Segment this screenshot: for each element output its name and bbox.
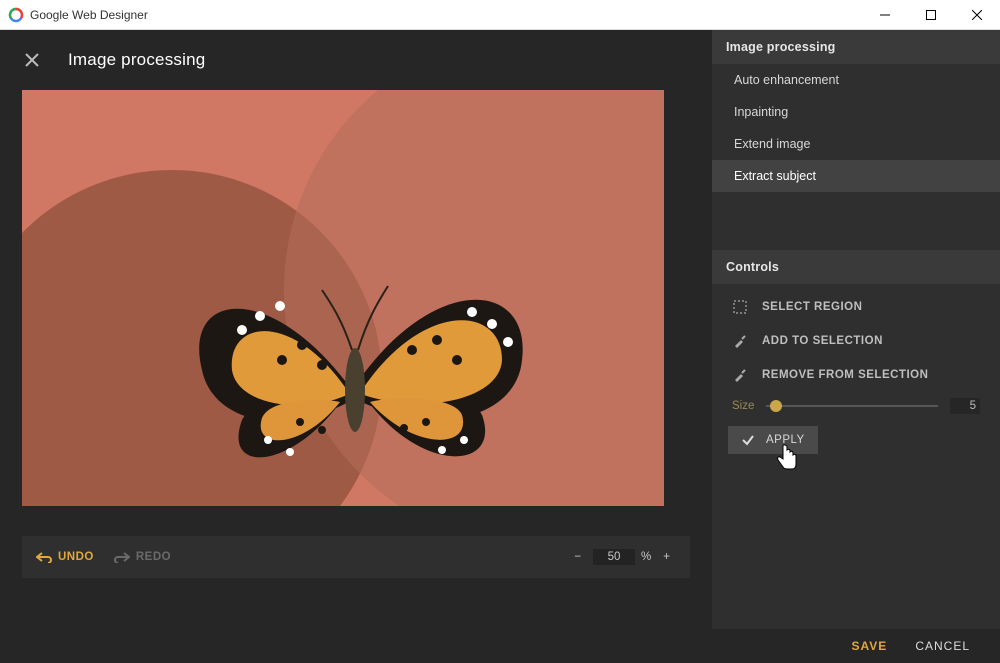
- window-close-button[interactable]: [954, 0, 1000, 30]
- zoom-unit: %: [641, 551, 651, 563]
- window-controls: [862, 0, 1000, 30]
- image-canvas[interactable]: [22, 90, 664, 506]
- slider-knob[interactable]: [770, 400, 782, 412]
- main-pane: Image processing: [0, 30, 712, 663]
- add-to-selection-button[interactable]: ADD TO SELECTION: [712, 324, 1000, 358]
- proc-item-extract-subject[interactable]: Extract subject: [712, 160, 1000, 192]
- zoom-value: 50: [608, 551, 621, 563]
- proc-item-auto-enhancement[interactable]: Auto enhancement: [712, 64, 1000, 96]
- dialog-footer: SAVE CANCEL: [712, 629, 1000, 663]
- undo-label: UNDO: [58, 551, 94, 563]
- add-to-selection-label: ADD TO SELECTION: [762, 335, 883, 347]
- subject-butterfly: [172, 250, 552, 500]
- zoom-in-button[interactable]: +: [657, 551, 676, 563]
- panel-header-controls: Controls: [712, 250, 1000, 284]
- save-button[interactable]: SAVE: [852, 639, 888, 653]
- canvas-toolbar: UNDO REDO − 50 % +: [22, 536, 690, 578]
- brush-minus-icon: [732, 367, 748, 383]
- window-minimize-button[interactable]: [862, 0, 908, 30]
- brush-plus-icon: [732, 333, 748, 349]
- check-icon: [740, 432, 756, 448]
- marquee-icon: [732, 299, 748, 315]
- window-maximize-button[interactable]: [908, 0, 954, 30]
- proc-item-extend-image[interactable]: Extend image: [712, 128, 1000, 160]
- remove-from-selection-button[interactable]: REMOVE FROM SELECTION: [712, 358, 1000, 392]
- redo-label: REDO: [136, 551, 171, 563]
- size-label: Size: [732, 400, 754, 412]
- redo-button[interactable]: REDO: [114, 551, 171, 563]
- apply-button[interactable]: APPLY: [728, 426, 818, 454]
- cancel-button[interactable]: CANCEL: [915, 639, 970, 653]
- side-panel: Image processing Auto enhancement Inpain…: [712, 30, 1000, 663]
- window-title: Google Web Designer: [30, 8, 148, 22]
- size-value[interactable]: 5: [950, 398, 980, 414]
- app-icon: [8, 7, 24, 23]
- panel-header-processing: Image processing: [712, 30, 1000, 64]
- select-region-label: SELECT REGION: [762, 301, 862, 313]
- proc-item-inpainting[interactable]: Inpainting: [712, 96, 1000, 128]
- dialog-title: Image processing: [68, 50, 205, 70]
- processing-list: Auto enhancement Inpainting Extend image…: [712, 64, 1000, 192]
- cursor-pointer-icon: [776, 444, 798, 470]
- zoom-out-button[interactable]: −: [568, 551, 587, 563]
- window-titlebar: Google Web Designer: [0, 0, 1000, 30]
- select-region-button[interactable]: SELECT REGION: [712, 290, 1000, 324]
- remove-from-selection-label: REMOVE FROM SELECTION: [762, 369, 928, 381]
- undo-button[interactable]: UNDO: [36, 551, 94, 563]
- close-dialog-button[interactable]: [20, 48, 44, 72]
- size-slider[interactable]: [766, 405, 938, 407]
